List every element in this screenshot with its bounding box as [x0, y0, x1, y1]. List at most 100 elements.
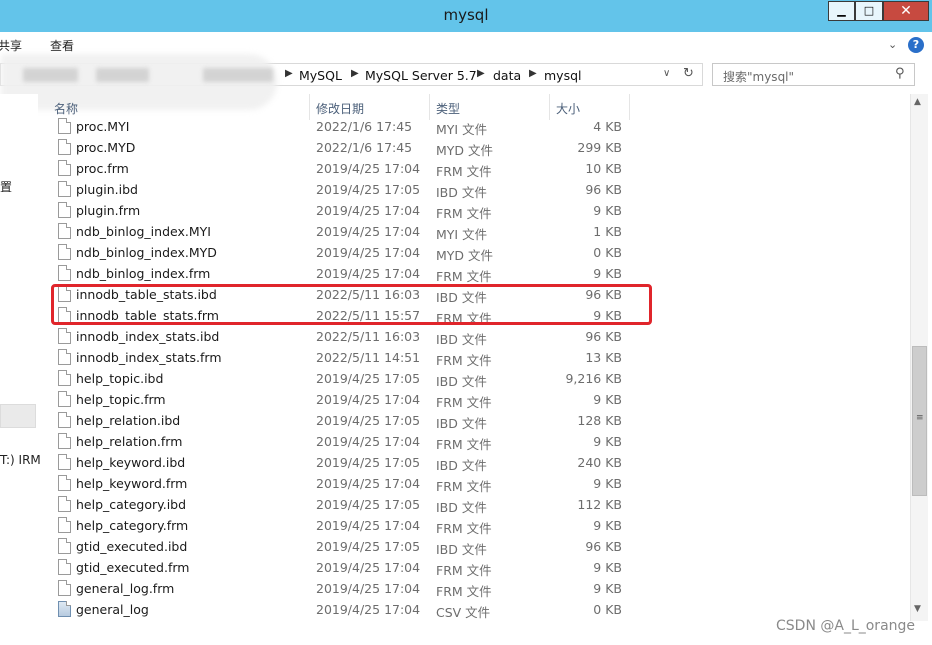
breadcrumb-data[interactable]: data: [493, 68, 521, 83]
breadcrumb-separator-icon[interactable]: ▶: [529, 68, 537, 79]
close-button[interactable]: ✕: [883, 1, 929, 21]
file-modified-date: 2019/4/25 17:04: [316, 161, 421, 176]
address-bar[interactable]: ▶ MySQL ▶ MySQL Server 5.7 ▶ data ▶ mysq…: [0, 54, 703, 110]
file-type: MYD 文件: [436, 248, 494, 263]
file-name: proc.frm: [76, 161, 129, 176]
file-name: plugin.ibd: [76, 182, 138, 197]
file-name: general_log: [76, 602, 149, 617]
file-icon: [58, 433, 71, 449]
file-type: FRM 文件: [436, 479, 492, 494]
file-row[interactable]: proc.MYD 2022/1/6 17:45 MYD 文件 299 KB: [38, 137, 638, 158]
red-highlight-box: [51, 284, 652, 325]
file-row[interactable]: plugin.frm 2019/4/25 17:04 FRM 文件 9 KB: [38, 200, 638, 221]
file-icon: [58, 181, 71, 197]
maximize-button[interactable]: □: [855, 1, 883, 21]
file-row[interactable]: help_keyword.frm 2019/4/25 17:04 FRM 文件 9 K…: [38, 473, 638, 494]
breadcrumb-mysql-root[interactable]: MySQL: [299, 68, 342, 83]
file-row[interactable]: innodb_index_stats.ibd 2022/5/11 16:03 IBD…: [38, 326, 638, 347]
file-name: help_keyword.frm: [76, 476, 188, 491]
address-history-chevron-icon[interactable]: ∨: [663, 68, 670, 79]
file-row[interactable]: plugin.ibd 2019/4/25 17:05 IBD 文件 96 KB: [38, 179, 638, 200]
breadcrumb-mysql[interactable]: mysql: [544, 68, 582, 83]
file-row[interactable]: help_relation.frm 2019/4/25 17:04 FRM 文件 9 …: [38, 431, 638, 452]
breadcrumb-mysql-server[interactable]: MySQL Server 5.7: [365, 68, 477, 83]
file-size: 9 KB: [593, 266, 622, 281]
search-box[interactable]: 搜索"mysql" ⚲: [712, 63, 915, 86]
file-row[interactable]: innodb_index_stats.frm 2022/5/11 14:51 FRM…: [38, 347, 638, 368]
file-row[interactable]: general_log 2019/4/25 17:04 CSV 文件 0 KB: [38, 599, 638, 620]
watermark: CSDN @A_L_orange: [776, 618, 916, 634]
file-row[interactable]: help_category.ibd 2019/4/25 17:05 IBD 文件 11…: [38, 494, 638, 515]
address-row: ▶ MySQL ▶ MySQL Server 5.7 ▶ data ▶ mysq…: [0, 54, 932, 110]
file-icon: [58, 244, 71, 260]
file-modified-date: 2019/4/25 17:05: [316, 497, 421, 512]
breadcrumb-separator-icon[interactable]: ▶: [477, 68, 485, 79]
file-row[interactable]: ndb_binlog_index.MYD 2019/4/25 17:04 MYD 文…: [38, 242, 638, 263]
refresh-icon[interactable]: ↻: [683, 66, 694, 81]
file-modified-date: 2019/4/25 17:05: [316, 182, 421, 197]
file-size: 4 KB: [593, 119, 622, 134]
file-name: help_keyword.ibd: [76, 455, 186, 470]
file-row[interactable]: gtid_executed.frm 2019/4/25 17:04 FRM 文件 9 …: [38, 557, 638, 578]
file-type: FRM 文件: [436, 269, 492, 284]
file-row[interactable]: help_category.frm 2019/4/25 17:04 FRM 文件 9 …: [38, 515, 638, 536]
file-icon: [58, 559, 71, 575]
file-row[interactable]: ndb_binlog_index.MYI 2019/4/25 17:04 MYI 文…: [38, 221, 638, 242]
file-type: FRM 文件: [436, 563, 492, 578]
file-modified-date: 2019/4/25 17:04: [316, 476, 421, 491]
file-size: 9,216 KB: [565, 371, 622, 386]
breadcrumb-separator-icon[interactable]: ▶: [285, 68, 293, 79]
vertical-scrollbar[interactable]: ▲ ≡ ▼: [910, 94, 928, 621]
file-type: MYD 文件: [436, 143, 494, 158]
file-icon: [58, 391, 71, 407]
help-icon[interactable]: ?: [908, 37, 924, 53]
redacted-crumb: [23, 68, 78, 82]
file-modified-date: 2022/1/6 17:45: [316, 140, 413, 155]
file-icon: [58, 475, 71, 491]
file-type: CSV 文件: [436, 605, 491, 620]
file-row[interactable]: proc.frm 2019/4/25 17:04 FRM 文件 10 KB: [38, 158, 638, 179]
file-type: IBD 文件: [436, 374, 487, 389]
file-name: gtid_executed.ibd: [76, 539, 188, 554]
file-type: IBD 文件: [436, 500, 487, 515]
nav-item-drive[interactable]: T:) IRM: [0, 453, 41, 467]
breadcrumb-separator-icon[interactable]: ▶: [351, 68, 359, 79]
navigation-pane[interactable]: 置 T:) IRM: [0, 94, 41, 645]
file-row[interactable]: ndb_binlog_index.frm 2019/4/25 17:04 FRM 文…: [38, 263, 638, 284]
file-row[interactable]: proc.MYI 2022/1/6 17:45 MYI 文件 4 KB: [38, 116, 638, 137]
nav-item-partial[interactable]: 置: [0, 178, 12, 195]
file-name: proc.MYI: [76, 119, 130, 134]
file-modified-date: 2022/5/11 16:03: [316, 329, 421, 344]
file-size: 9 KB: [593, 203, 622, 218]
file-size: 9 KB: [593, 560, 622, 575]
file-row[interactable]: help_relation.ibd 2019/4/25 17:05 IBD 文件 12…: [38, 410, 638, 431]
file-row[interactable]: help_topic.ibd 2019/4/25 17:05 IBD 文件 9,216…: [38, 368, 638, 389]
tab-share[interactable]: 共享: [0, 37, 22, 54]
file-size: 240 KB: [577, 455, 622, 470]
file-name: ndb_binlog_index.MYI: [76, 224, 211, 239]
ribbon-expand-chevron-icon[interactable]: ⌄: [888, 38, 897, 51]
file-icon: [58, 370, 71, 386]
scroll-down-arrow-icon[interactable]: ▼: [914, 604, 921, 614]
file-type: FRM 文件: [436, 521, 492, 536]
file-icon: [58, 454, 71, 470]
file-size: 9 KB: [593, 518, 622, 533]
scroll-up-arrow-icon[interactable]: ▲: [914, 97, 921, 107]
file-name: help_category.ibd: [76, 497, 187, 512]
file-row[interactable]: general_log.frm 2019/4/25 17:04 FRM 文件 9 KB: [38, 578, 638, 599]
search-icon[interactable]: ⚲: [895, 66, 905, 81]
file-name: help_relation.ibd: [76, 413, 181, 428]
file-name: ndb_binlog_index.MYD: [76, 245, 217, 260]
title-bar[interactable]: mysql ▁ □ ✕: [0, 0, 932, 32]
nav-item-selected[interactable]: [0, 404, 36, 428]
file-modified-date: 2019/4/25 17:05: [316, 413, 421, 428]
file-modified-date: 2019/4/25 17:04: [316, 245, 421, 260]
file-size: 10 KB: [585, 161, 622, 176]
file-row[interactable]: help_topic.frm 2019/4/25 17:04 FRM 文件 9 KB: [38, 389, 638, 410]
file-row[interactable]: help_keyword.ibd 2019/4/25 17:05 IBD 文件 240…: [38, 452, 638, 473]
tab-view[interactable]: 查看: [50, 37, 74, 54]
minimize-button[interactable]: ▁: [828, 1, 855, 21]
file-row[interactable]: gtid_executed.ibd 2019/4/25 17:05 IBD 文件 96…: [38, 536, 638, 557]
file-list[interactable]: 名称 修改日期 类型 大小 proc.MYI 2022/1/6 17:45 MYI …: [38, 94, 910, 621]
scrollbar-thumb[interactable]: ≡: [912, 346, 927, 496]
